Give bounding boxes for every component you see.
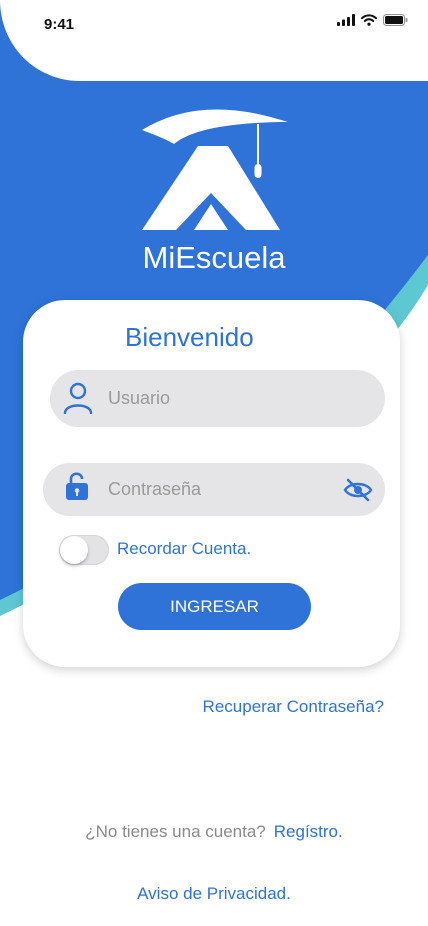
username-field[interactable] — [50, 370, 385, 427]
toggle-knob — [60, 536, 88, 564]
user-icon — [63, 382, 93, 414]
remember-account-toggle[interactable] — [59, 535, 109, 565]
username-input[interactable] — [106, 387, 360, 410]
password-field[interactable] — [43, 463, 385, 516]
login-button[interactable]: INGRESAR — [118, 583, 311, 630]
remember-account-label[interactable]: Recordar Cuenta. — [117, 539, 251, 559]
status-icons — [337, 14, 408, 26]
register-row: ¿No tienes una cuenta? Regístro. — [0, 822, 428, 842]
graduation-cap-logo-icon — [138, 108, 290, 237]
password-input[interactable] — [106, 478, 330, 501]
app-name: MiEscuela — [142, 240, 286, 275]
privacy-notice-link[interactable]: Aviso de Privacidad. — [0, 884, 428, 904]
eye-off-icon[interactable] — [343, 478, 373, 502]
wifi-icon — [361, 14, 377, 26]
login-card: Bienvenido Usuario Recordar Cuenta. INGR… — [23, 300, 400, 667]
cellular-signal-icon — [337, 14, 355, 26]
no-account-text: ¿No tienes una cuenta? — [85, 822, 266, 841]
login-screen: 9:41 MiEscuela Bienvenido Usuario Record… — [0, 0, 428, 926]
status-time: 9:41 — [44, 16, 75, 33]
welcome-title: Bienvenido — [125, 322, 254, 352]
battery-icon — [383, 14, 408, 26]
register-link[interactable]: Regístro. — [274, 822, 343, 841]
unlocked-padlock-icon — [65, 471, 89, 501]
recover-password-link[interactable]: Recuperar Contraseña? — [203, 697, 384, 717]
